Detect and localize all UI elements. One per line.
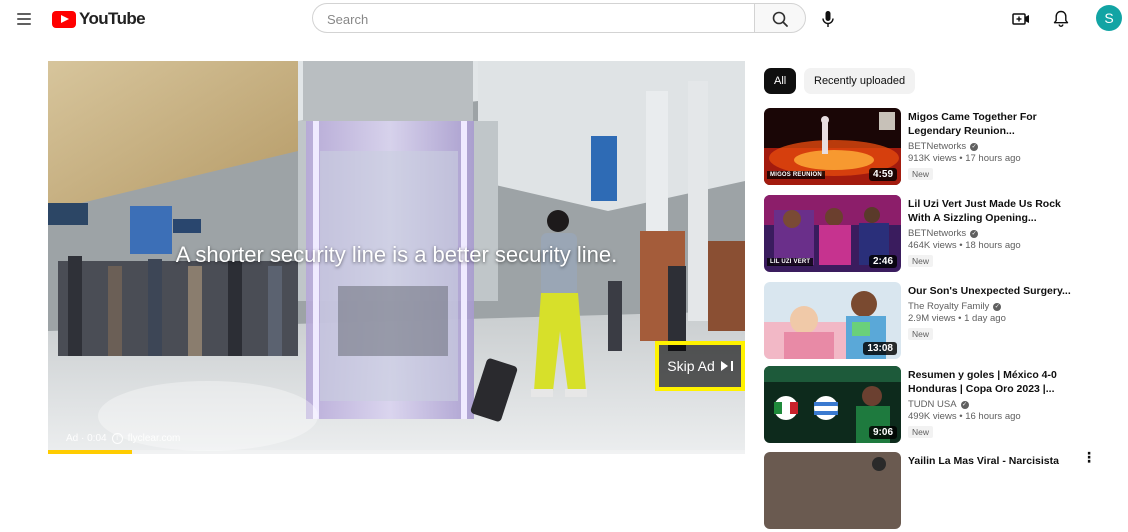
video-duration: 2:46 [868, 255, 897, 268]
video-thumbnail[interactable]: MIGOS REUNION 4:59 [764, 108, 901, 185]
more-options-icon[interactable]: ⋮ [1082, 450, 1096, 466]
thumbnail-caption: MIGOS REUNION [767, 171, 825, 179]
recommended-video-5[interactable]: Yailin La Mas Viral - Narcisista ⋮ [764, 450, 1114, 532]
video-duration: 13:08 [863, 342, 897, 355]
ad-sponsor-link[interactable]: flyclear.com [128, 433, 181, 444]
search-icon [772, 11, 788, 27]
create-button[interactable] [1008, 6, 1034, 32]
skip-next-icon [720, 361, 733, 371]
verified-check-icon: ✓ [960, 400, 969, 409]
channel-row: The Royalty Family ✓ [908, 301, 1080, 312]
video-stats: 913K views • 17 hours ago [908, 153, 1021, 164]
ad-caption: A shorter security line is a better secu… [175, 242, 618, 267]
microphone-icon [822, 11, 834, 27]
video-details: Yailin La Mas Viral - Narcisista [908, 454, 1080, 468]
video-title[interactable]: Our Son's Unexpected Surgery... [908, 284, 1080, 298]
skip-ad-button[interactable]: Skip Ad [659, 345, 741, 387]
chip-recently-uploaded[interactable]: Recently uploaded [804, 68, 916, 94]
search-input[interactable] [327, 10, 737, 28]
verified-check-icon: ✓ [993, 302, 1002, 311]
video-title[interactable]: Resumen y goles | México 4-0 Honduras | … [908, 368, 1080, 396]
video-stats: 499K views • 16 hours ago [908, 411, 1021, 422]
ad-progress-bar [48, 450, 745, 454]
view-count: 913K views [908, 153, 957, 164]
search-box [312, 3, 754, 33]
video-details: Migos Came Together For Legendary Reunio… [908, 110, 1080, 182]
new-badge: New [908, 328, 934, 340]
video-details: Lil Uzi Vert Just Made Us Rock With A Si… [908, 197, 1080, 269]
skip-ad-label: Skip Ad [667, 358, 715, 374]
avatar[interactable]: S [1096, 5, 1122, 31]
channel-row: BETNetworks ✓ [908, 141, 1080, 152]
channel-row: TUDN USA ✓ [908, 399, 1080, 410]
thumbnail-caption: LIL UZI VERT [767, 258, 814, 266]
video-details: Our Son's Unexpected Surgery... The Roya… [908, 284, 1080, 342]
info-icon[interactable]: i [111, 433, 123, 444]
video-thumbnail[interactable] [764, 452, 901, 529]
video-create-icon [1012, 13, 1029, 25]
view-count: 499K views [908, 411, 957, 422]
video-player[interactable]: A shorter security line is a better secu… [48, 61, 745, 454]
channel-name[interactable]: BETNetworks [908, 141, 966, 152]
recommended-video-1[interactable]: MIGOS REUNION 4:59 Migos Came Together F… [764, 108, 1114, 188]
ad-info: Ad · 0:04 i flyclear.com [66, 433, 180, 444]
verified-check-icon: ✓ [970, 229, 979, 238]
view-count: 2.9M views [908, 313, 956, 324]
recommended-video-4[interactable]: 9:06 Resumen y goles | México 4-0 Hondur… [764, 366, 1114, 446]
bell-icon [1053, 10, 1069, 27]
chip-all[interactable]: All [764, 68, 797, 94]
video-details: Resumen y goles | México 4-0 Honduras | … [908, 368, 1080, 440]
upload-age: 17 hours ago [965, 153, 1021, 164]
video-title[interactable]: Migos Came Together For Legendary Reunio… [908, 110, 1080, 138]
ad-progress-fill [48, 450, 132, 454]
video-duration: 4:59 [868, 168, 897, 181]
upload-age: 1 day ago [964, 313, 1006, 324]
verified-check-icon: ✓ [970, 142, 979, 151]
upload-age: 18 hours ago [965, 240, 1021, 251]
channel-name[interactable]: The Royalty Family [908, 301, 989, 312]
upload-age: 16 hours ago [965, 411, 1021, 422]
logo-text: YouTube [79, 9, 146, 28]
video-thumbnail[interactable]: 13:08 [764, 282, 901, 359]
channel-name[interactable]: BETNetworks [908, 228, 966, 239]
recommended-video-2[interactable]: LIL UZI VERT 2:46 Lil Uzi Vert Just Made… [764, 195, 1114, 275]
view-count: 464K views [908, 240, 957, 251]
new-badge: New [908, 426, 934, 438]
video-stats: 464K views • 18 hours ago [908, 240, 1021, 251]
video-thumbnail[interactable]: LIL UZI VERT 2:46 [764, 195, 901, 272]
video-thumbnail[interactable]: 9:06 [764, 366, 901, 443]
channel-row: BETNetworks ✓ [908, 228, 1080, 239]
video-title[interactable]: Yailin La Mas Viral - Narcisista [908, 454, 1080, 468]
video-title[interactable]: Lil Uzi Vert Just Made Us Rock With A Si… [908, 197, 1080, 225]
thumbnail-image [764, 452, 901, 529]
top-bar: YouTube S [0, 0, 1128, 40]
menu-icon[interactable] [14, 9, 36, 29]
voice-search-button[interactable] [815, 6, 841, 32]
recommended-video-3[interactable]: 13:08 Our Son's Unexpected Surgery... Th… [764, 282, 1114, 362]
ad-timer: Ad · 0:04 [66, 433, 107, 444]
search-button[interactable] [754, 3, 806, 33]
channel-name[interactable]: TUDN USA [908, 399, 957, 410]
youtube-play-icon [52, 10, 76, 28]
new-badge: New [908, 255, 934, 267]
new-badge: New [908, 168, 934, 180]
video-stats: 2.9M views • 1 day ago [908, 313, 1006, 324]
notifications-button[interactable] [1048, 6, 1074, 32]
video-duration: 9:06 [868, 426, 897, 439]
youtube-logo[interactable]: YouTube [52, 8, 146, 30]
